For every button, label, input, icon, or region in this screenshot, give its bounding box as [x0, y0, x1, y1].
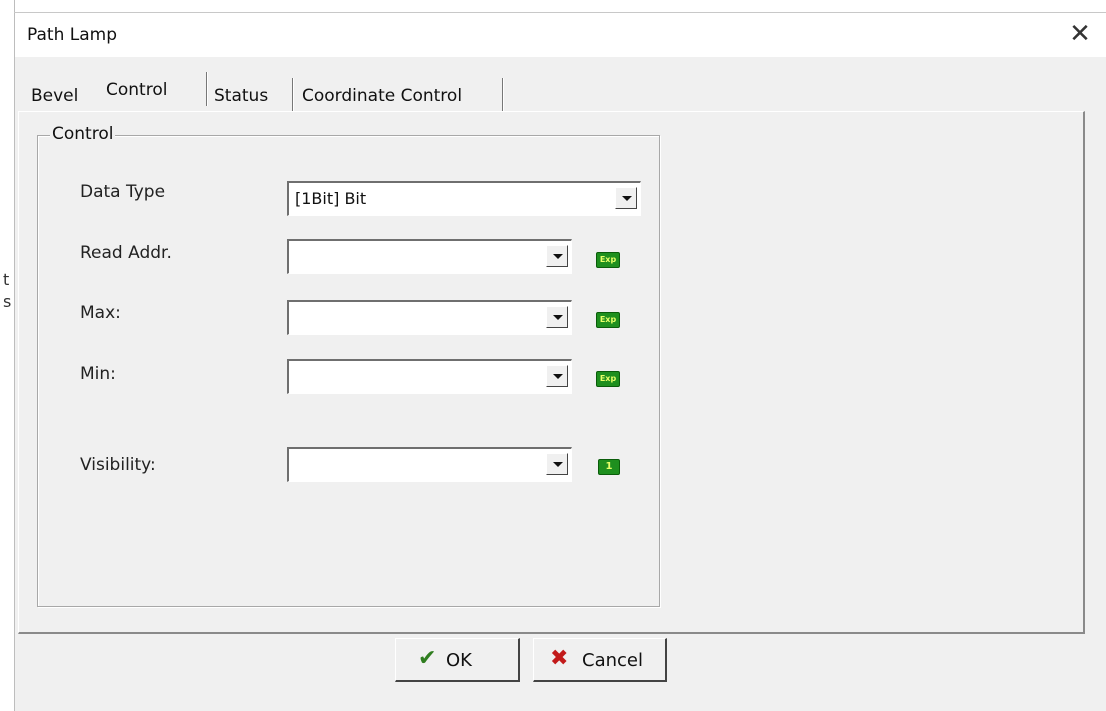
tab-control[interactable]: Control	[104, 72, 208, 106]
max-label: Max:	[80, 303, 121, 323]
visibility-condition-button[interactable]: 1	[598, 459, 620, 475]
tab-separator	[502, 78, 504, 112]
chevron-down-icon[interactable]	[546, 245, 568, 267]
data-type-label: Data Type	[80, 182, 166, 202]
read-addr-label: Read Addr.	[80, 243, 172, 263]
data-type-combobox[interactable]: [1Bit] Bit	[287, 181, 641, 216]
background-text-fragment: s	[3, 292, 12, 311]
expression-button[interactable]: Exp	[596, 312, 620, 328]
cancel-label: Cancel	[582, 650, 643, 671]
visibility-combobox[interactable]	[287, 447, 572, 482]
tab-status[interactable]: Status	[208, 78, 294, 112]
title-bar: Path Lamp ✕	[15, 13, 1106, 57]
tab-label: Coordinate Control	[302, 86, 463, 106]
chevron-down-icon[interactable]	[546, 306, 568, 328]
dialog-title: Path Lamp	[27, 25, 117, 45]
x-icon: ✖	[550, 646, 569, 671]
cancel-button[interactable]: ✖ Cancel	[533, 638, 667, 682]
min-label: Min:	[80, 364, 116, 384]
max-combobox[interactable]	[287, 300, 572, 335]
tab-label: Bevel	[31, 86, 79, 106]
check-icon: ✔	[418, 646, 437, 671]
chevron-down-icon[interactable]	[546, 365, 568, 387]
chevron-down-icon[interactable]	[615, 187, 637, 209]
tab-bevel[interactable]: Bevel	[27, 78, 97, 112]
groupbox-title: Control	[50, 124, 116, 144]
tab-label: Status	[214, 86, 269, 106]
tab-coordinate-control[interactable]: Coordinate Control	[294, 78, 504, 112]
expression-button[interactable]: Exp	[596, 252, 620, 268]
expression-button[interactable]: Exp	[596, 371, 620, 387]
ok-label: OK	[446, 650, 472, 671]
background-text-fragment: t	[3, 270, 10, 289]
visibility-label: Visibility:	[80, 455, 156, 475]
read-addr-combobox[interactable]	[287, 239, 572, 274]
ok-button[interactable]: ✔ OK	[395, 638, 520, 682]
chevron-down-icon[interactable]	[546, 453, 568, 475]
tab-label: Control	[106, 80, 168, 100]
background-top-strip	[0, 0, 1106, 12]
close-button[interactable]: ✕	[1066, 19, 1094, 49]
data-type-value: [1Bit] Bit	[295, 189, 367, 208]
min-combobox[interactable]	[287, 359, 572, 394]
close-icon: ✕	[1069, 19, 1091, 49]
tab-strip: Bevel Control Status Coordinate Control	[0, 72, 600, 114]
